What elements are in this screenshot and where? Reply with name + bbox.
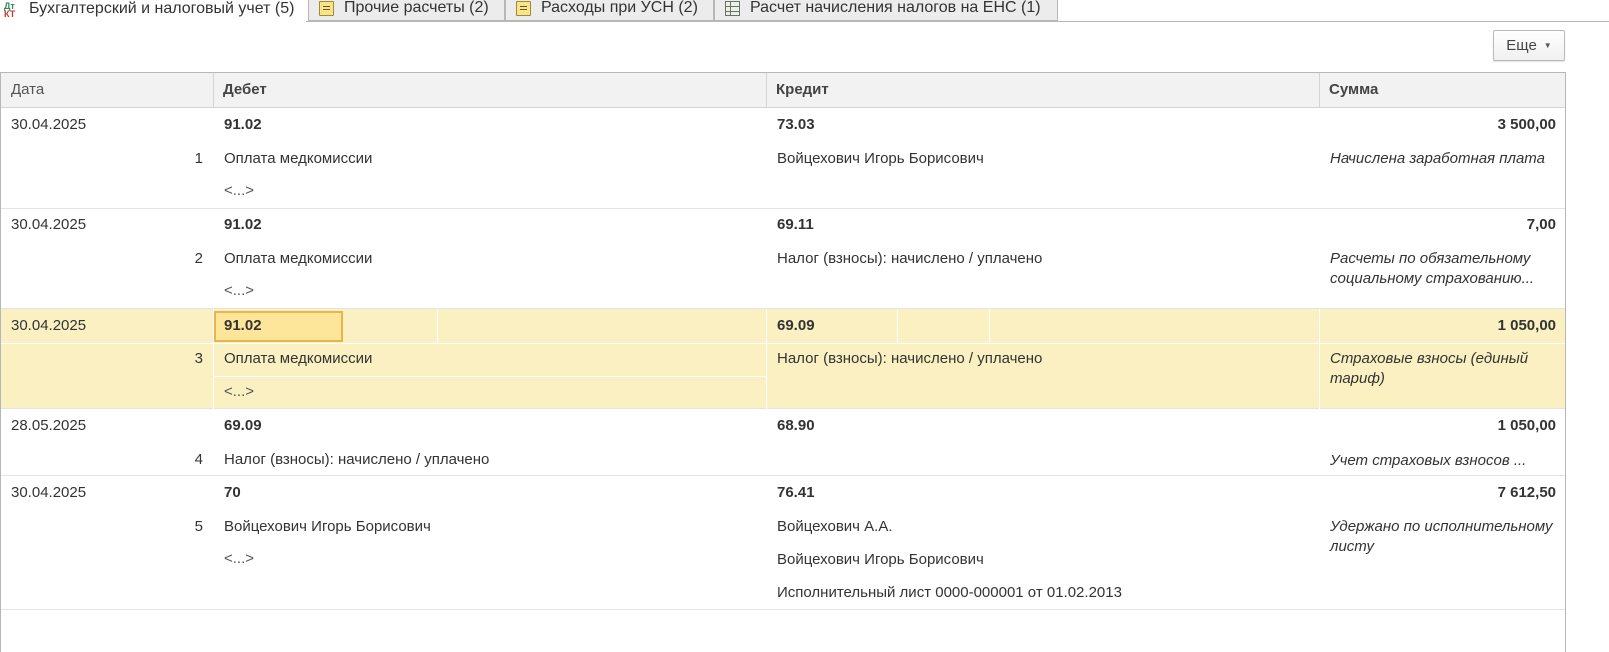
credit-subconto-3[interactable]: Исполнительный лист 0000-000001 от 01.02… <box>777 584 1122 601</box>
debit-subconto-1[interactable]: Налог (взносы): начислено / уплачено <box>224 451 489 468</box>
cell-divider <box>989 309 990 343</box>
row-divider <box>213 343 1565 344</box>
row-divider <box>213 376 766 377</box>
cell-divider <box>437 309 438 343</box>
debit-subconto-2[interactable]: <...> <box>224 182 254 199</box>
posting-content[interactable]: Расчеты по обязательному социальному стр… <box>1330 249 1558 289</box>
amount[interactable]: 1 050,00 <box>1331 317 1556 334</box>
row-date: 30.04.2025 <box>11 484 87 501</box>
table-icon <box>725 0 740 16</box>
tab-other-settlements[interactable]: Прочие расчеты (2) <box>308 0 505 21</box>
credit-account[interactable]: 69.11 <box>777 216 814 233</box>
table-row-selected[interactable]: 30.04.2025 3 91.02 Оплата медкомиссии <.… <box>1 309 1565 409</box>
posting-content[interactable]: Удержано по исполнительному листу <box>1330 517 1558 557</box>
tab-ens-taxes[interactable]: Расчет начисления налогов на ЕНС (1) <box>714 0 1058 21</box>
table-row[interactable]: 30.04.2025 1 91.02 Оплата медкомиссии <.… <box>1 108 1565 209</box>
tab-label: Прочие расчеты (2) <box>344 0 489 16</box>
debit-subconto-2[interactable]: <...> <box>224 282 254 299</box>
amount[interactable]: 3 500,00 <box>1331 116 1556 133</box>
tab-label: Расчет начисления налогов на ЕНС (1) <box>750 0 1041 16</box>
row-date: 30.04.2025 <box>11 116 87 133</box>
column-header-credit[interactable]: Кредит <box>766 73 1319 108</box>
credit-account[interactable]: 69.09 <box>777 317 815 334</box>
tab-label: Расходы при УСН (2) <box>541 0 698 16</box>
row-number: 2 <box>194 250 203 267</box>
credit-subconto-1[interactable]: Налог (взносы): начислено / уплачено <box>777 350 1042 367</box>
debit-account[interactable]: 91.02 <box>224 317 262 334</box>
dt-kt-icon: Дт КТ <box>4 0 16 19</box>
row-number: 5 <box>194 518 203 535</box>
credit-subconto-1[interactable]: Войцехович Игорь Борисович <box>777 150 984 167</box>
table-header: Дата Дебет Кредит Сумма <box>1 73 1565 108</box>
debit-subconto-2[interactable]: <...> <box>224 550 254 567</box>
row-number: 3 <box>194 350 203 367</box>
debit-account[interactable]: 91.02 <box>224 116 262 133</box>
credit-subconto-1[interactable]: Налог (взносы): начислено / уплачено <box>777 250 1042 267</box>
row-date: 30.04.2025 <box>11 216 87 233</box>
amount[interactable]: 7 612,50 <box>1331 484 1556 501</box>
row-date: 28.05.2025 <box>11 417 87 434</box>
debit-account[interactable]: 70 <box>224 484 241 501</box>
posting-content[interactable]: Учет страховых взносов ... <box>1330 451 1558 471</box>
document-icon <box>319 0 334 16</box>
table-row[interactable]: 28.05.2025 4 69.09 Налог (взносы): начис… <box>1 409 1565 476</box>
credit-account[interactable]: 76.41 <box>777 484 815 501</box>
cell-divider <box>766 309 767 409</box>
credit-account[interactable]: 73.03 <box>777 116 815 133</box>
row-date: 30.04.2025 <box>11 317 87 334</box>
tab-accounting[interactable]: Дт КТ Бухгалтерский и налоговый учет (5) <box>0 0 306 22</box>
row-number: 4 <box>194 451 203 468</box>
chevron-down-icon: ▼ <box>1543 41 1552 50</box>
credit-subconto-1[interactable]: Войцехович А.А. <box>777 518 893 535</box>
posting-content[interactable]: Страховые взносы (единый тариф) <box>1330 349 1558 389</box>
cell-divider <box>897 309 898 343</box>
tab-label: Бухгалтерский и налоговый учет (5) <box>29 0 295 17</box>
more-label: Еще <box>1506 37 1537 54</box>
debit-subconto-1[interactable]: Оплата медкомиссии <box>224 150 372 167</box>
debit-account[interactable]: 69.09 <box>224 417 262 434</box>
column-header-debit[interactable]: Дебет <box>213 73 766 108</box>
posting-content[interactable]: Начислена заработная плата <box>1330 149 1558 169</box>
column-header-amount[interactable]: Сумма <box>1319 73 1565 108</box>
tab-usn-expenses[interactable]: Расходы при УСН (2) <box>505 0 714 21</box>
debit-subconto-2[interactable]: <...> <box>224 383 254 400</box>
table-row[interactable]: 30.04.2025 2 91.02 Оплата медкомиссии <.… <box>1 209 1565 309</box>
more-button[interactable]: Еще ▼ <box>1493 30 1565 61</box>
cell-divider <box>1319 309 1320 409</box>
debit-subconto-1[interactable]: Оплата медкомиссии <box>224 350 372 367</box>
tab-bar: Дт КТ Бухгалтерский и налоговый учет (5) … <box>0 0 1609 22</box>
amount[interactable]: 7,00 <box>1331 216 1556 233</box>
table-row[interactable]: 30.04.2025 5 70 Войцехович Игорь Борисов… <box>1 476 1565 610</box>
row-number: 1 <box>194 150 203 167</box>
debit-account[interactable]: 91.02 <box>224 216 262 233</box>
debit-subconto-1[interactable]: Оплата медкомиссии <box>224 250 372 267</box>
column-header-date[interactable]: Дата <box>1 73 213 108</box>
document-icon <box>516 0 531 16</box>
amount[interactable]: 1 050,00 <box>1331 417 1556 434</box>
debit-subconto-1[interactable]: Войцехович Игорь Борисович <box>224 518 431 535</box>
credit-subconto-2[interactable]: Войцехович Игорь Борисович <box>777 551 984 568</box>
credit-account[interactable]: 68.90 <box>777 417 815 434</box>
postings-table: Дата Дебет Кредит Сумма 30.04.2025 1 91.… <box>0 72 1566 652</box>
row-divider <box>1 343 213 344</box>
